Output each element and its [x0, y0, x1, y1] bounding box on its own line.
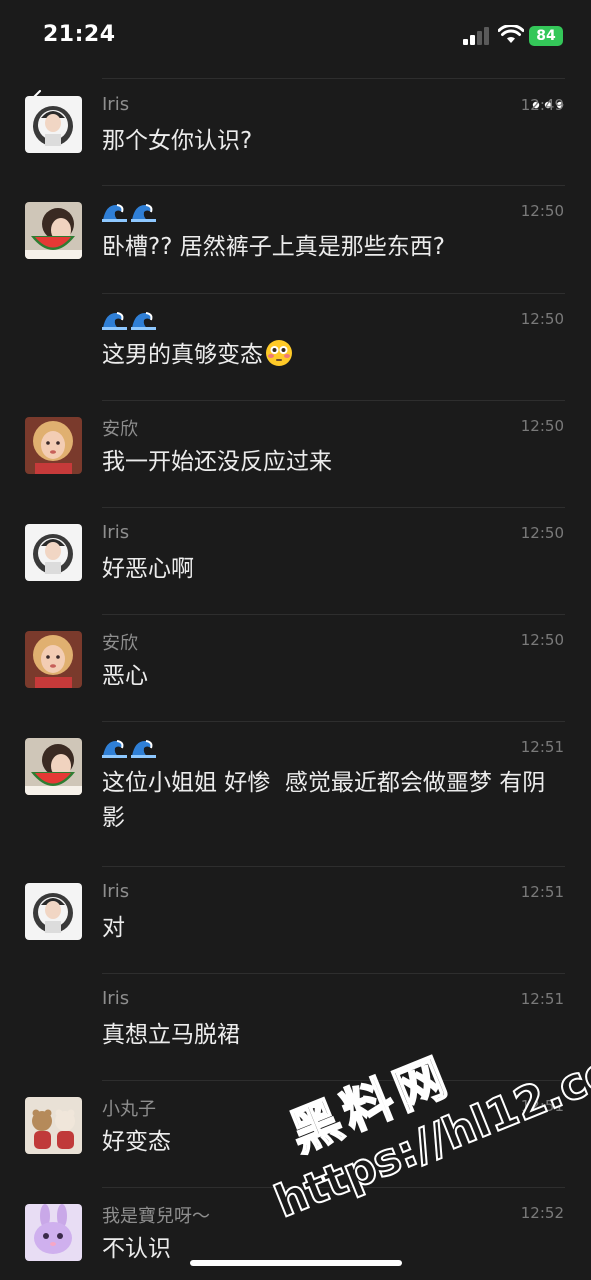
message-item[interactable]: 12:50 卧槽?? 居然裤子上真是那些东西? [0, 186, 591, 294]
avatar-bunny[interactable] [25, 1204, 82, 1261]
message-time: 12:51 [520, 1097, 564, 1115]
status-time: 21:24 [43, 22, 116, 47]
wave-emoji-icon [131, 740, 156, 758]
battery-indicator: 84 [529, 26, 563, 46]
message-time: 12:50 [520, 631, 564, 649]
sender-name: 我是寶兒呀～ [102, 1206, 210, 1227]
message-text: 那个女你认识? [102, 128, 253, 154]
message-text: 恶心 [102, 663, 148, 689]
sender-name: Iris [102, 94, 130, 115]
message-time: 12:51 [520, 738, 564, 756]
wave-emoji-icon [131, 204, 156, 222]
avatar-watermelon-girl[interactable] [25, 738, 82, 795]
wave-emoji-icon [102, 740, 127, 758]
avatar-bears[interactable] [25, 1097, 82, 1154]
message-item[interactable]: Iris 12:51 对 [0, 867, 591, 974]
sender-name [102, 308, 160, 330]
sender-name: Iris [102, 881, 130, 902]
message-text-content: 这男的真够变态 [102, 342, 263, 368]
avatar-iris[interactable] [25, 96, 82, 153]
avatar-iris[interactable] [25, 883, 82, 940]
flushed-face-emoji-icon [266, 340, 292, 366]
message-time: 12:52 [520, 1204, 564, 1222]
avatar-watermelon-girl[interactable] [25, 202, 82, 259]
message-time: 12:50 [520, 417, 564, 435]
wave-emoji-icon [131, 312, 156, 330]
status-bar: 21:24 84 [0, 0, 591, 70]
message-time: 12:51 [520, 990, 564, 1008]
message-time: 12:51 [520, 883, 564, 901]
message-time: 12:50 [520, 310, 564, 328]
wave-emoji-icon [102, 312, 127, 330]
message-time: 12:50 [520, 202, 564, 220]
cellular-signal-icon [463, 27, 489, 45]
avatar-blonde-girl[interactable] [25, 631, 82, 688]
message-item[interactable]: Iris 12:49 那个女你认识? [0, 80, 591, 186]
sender-name: Iris [102, 988, 130, 1009]
message-time: 12:49 [520, 96, 564, 114]
message-text: 这位小姐姐 好惨 感觉最近都会做噩梦 有阴影 [102, 770, 546, 831]
message-time: 12:50 [520, 524, 564, 542]
battery-level: 84 [536, 28, 556, 44]
message-text: 好恶心啊 [102, 556, 194, 582]
message-text: 好变态 [102, 1129, 171, 1155]
message-item[interactable]: Iris 12:51 真想立马脱裙 [0, 974, 591, 1081]
message-item[interactable]: Iris 12:50 好恶心啊 [0, 508, 591, 615]
sender-name [102, 736, 160, 758]
home-indicator[interactable] [190, 1260, 402, 1266]
divider [102, 78, 565, 79]
message-item[interactable]: 12:50 这男的真够变态 [0, 294, 591, 401]
avatar-blonde-girl[interactable] [25, 417, 82, 474]
message-item[interactable]: 安欣 12:50 恶心 [0, 615, 591, 722]
message-item[interactable]: 我是寶兒呀～ 12:52 不认识 [0, 1188, 591, 1280]
sender-name: 安欣 [102, 419, 138, 440]
sender-name: 小丸子 [102, 1099, 156, 1120]
message-text: 卧槽?? 居然裤子上真是那些东西? [102, 234, 445, 260]
message-text: 我一开始还没反应过来 [102, 449, 332, 475]
sender-name [102, 200, 160, 222]
sender-name: Iris [102, 522, 130, 543]
wave-emoji-icon [102, 204, 127, 222]
message-item[interactable]: 小丸子 12:51 好变态 [0, 1081, 591, 1188]
avatar-iris[interactable] [25, 524, 82, 581]
wifi-icon [498, 25, 524, 43]
message-item[interactable]: 安欣 12:50 我一开始还没反应过来 [0, 401, 591, 508]
sender-name: 安欣 [102, 633, 138, 654]
message-item[interactable]: 12:51 这位小姐姐 好惨 感觉最近都会做噩梦 有阴影 [0, 722, 591, 867]
message-text: 真想立马脱裙 [102, 1022, 240, 1048]
message-text: 对 [102, 915, 125, 941]
message-text: 这男的真够变态 [102, 338, 568, 373]
